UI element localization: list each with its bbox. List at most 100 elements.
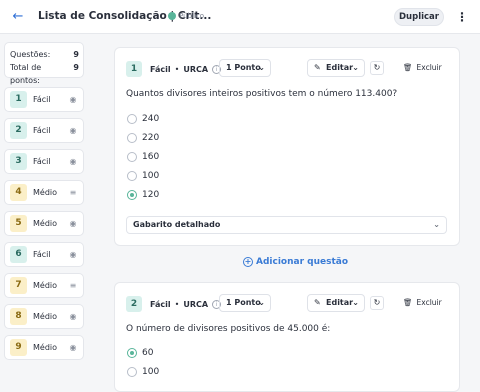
question-text: Quantos divisores inteiros positivos tem… [126,89,398,99]
question-number: 8 [10,308,27,325]
radio-button[interactable] [127,171,137,181]
refresh-icon[interactable]: ↻ [370,61,384,75]
option-label: 160 [142,152,160,162]
radio-type-icon: ◉ [69,219,77,228]
sidebar-question-8[interactable]: 8 Médio ◉ [4,304,84,329]
option-label: 100 [142,367,160,377]
question-level: Fácil [33,126,51,135]
globe-icon [168,12,176,20]
edit-button[interactable]: ✎ Editar ⌄ [307,59,365,77]
question-number: 3 [10,153,27,170]
visibility-badge: Público [168,12,204,20]
sidebar-question-2[interactable]: 2 Fácil ◉ [4,118,84,143]
radio-button-selected[interactable] [127,348,137,358]
answer-option[interactable]: 160 [127,152,159,162]
answer-option[interactable]: 220 [127,133,159,143]
separator: • [174,64,180,74]
text-lines-icon: ≡ [69,281,77,290]
question-number-badge: 2 [126,296,142,312]
plus-circle-icon: + [243,257,253,267]
sidebar-question-4[interactable]: 4 Médio ≡ [4,180,84,205]
question-level: Médio [33,219,58,228]
question-card-2: 2 Fácil • URCA i 1 Ponto ⌄ ✎ Editar ⌄ ↻ … [114,282,460,392]
questions-count: 9 [73,50,79,59]
summary-box: Questões: 9 Total de pontos: 9 [4,42,84,85]
question-card-1: 1 Fácil • URCA i 1 Ponto ⌄ ✎ Editar ⌄ ↻ … [114,47,460,246]
sidebar-question-3[interactable]: 3 Fácil ◉ [4,149,84,174]
difficulty-label: Fácil [150,64,171,74]
question-number: 9 [10,339,27,356]
pencil-icon: ✎ [314,298,321,307]
points-value: 1 Ponto [226,298,261,307]
separator: • [174,299,180,309]
duplicate-button[interactable]: Duplicar [394,8,444,26]
chevron-down-icon: ⌄ [433,220,440,229]
radio-button[interactable] [127,133,137,143]
question-header: 1 Fácil • URCA i [126,61,222,77]
edit-label: Editar [326,298,354,307]
points-dropdown[interactable]: 1 Ponto ⌄ [219,294,271,312]
points-label: Total de pontos: [10,63,42,85]
question-number-badge: 1 [126,61,142,77]
edit-label: Editar [326,63,354,72]
edit-button[interactable]: ✎ Editar ⌄ [307,294,365,312]
question-number: 6 [10,246,27,263]
delete-label: Excluir [416,63,442,72]
add-question-button[interactable]: + Adicionar questão [243,257,348,267]
text-lines-icon: ≡ [69,188,77,197]
question-level: Médio [33,188,58,197]
chevron-down-icon: ⌄ [258,298,265,307]
sidebar-question-6[interactable]: 6 Fácil ◉ [4,242,84,267]
radio-button-selected[interactable] [127,190,137,200]
pencil-icon: ✎ [314,63,321,72]
answer-option-selected[interactable]: 60 [127,348,153,358]
points-count: 9 [73,63,79,72]
question-sidebar: Questões: 9 Total de pontos: 9 1 Fácil ◉… [4,42,84,360]
source-tag: URCA [183,299,209,309]
question-level: Fácil [33,157,51,166]
top-bar: ← Lista de Consolidação | Crit... Públic… [0,0,480,34]
kebab-menu-icon[interactable]: ⋮ [456,9,468,25]
option-label: 100 [142,171,160,181]
detailed-answer-accordion[interactable]: Gabarito detalhado ⌄ [126,216,447,234]
difficulty-label: Fácil [150,299,171,309]
question-level: Médio [33,343,58,352]
option-label: 120 [142,190,160,200]
source-tag: URCA [183,64,209,74]
question-header: 2 Fácil • URCA i [126,296,222,312]
radio-type-icon: ◉ [69,157,77,166]
questions-label: Questões: [10,50,51,59]
detailed-answer-label: Gabarito detalhado [133,220,221,229]
radio-button[interactable] [127,114,137,124]
back-arrow-icon[interactable]: ← [10,9,26,25]
question-number: 7 [10,277,27,294]
answer-option-selected[interactable]: 120 [127,190,159,200]
question-level: Médio [33,312,58,321]
radio-type-icon: ◉ [69,343,77,352]
question-level: Médio [33,281,58,290]
chevron-down-icon: ⌄ [352,63,359,72]
radio-type-icon: ◉ [69,126,77,135]
answer-option[interactable]: 240 [127,114,159,124]
question-number: 4 [10,184,27,201]
radio-button[interactable] [127,152,137,162]
answer-option[interactable]: 100 [127,171,159,181]
trash-icon: 🗑 [403,298,413,307]
sidebar-question-1[interactable]: 1 Fácil ◉ [4,87,84,112]
sidebar-question-9[interactable]: 9 Médio ◉ [4,335,84,360]
sidebar-question-5[interactable]: 5 Médio ◉ [4,211,84,236]
delete-label: Excluir [416,298,442,307]
option-label: 240 [142,114,160,124]
add-question-label: Adicionar questão [256,257,349,267]
delete-button[interactable]: 🗑 Excluir [403,298,442,307]
radio-button[interactable] [127,367,137,377]
delete-button[interactable]: 🗑 Excluir [403,63,442,72]
refresh-icon[interactable]: ↻ [370,296,384,310]
radio-type-icon: ◉ [69,95,77,104]
sidebar-question-7[interactable]: 7 Médio ≡ [4,273,84,298]
points-dropdown[interactable]: 1 Ponto ⌄ [219,59,271,77]
question-text: O número de divisores positivos de 45.00… [126,324,331,334]
question-number: 1 [10,91,27,108]
question-level: Fácil [33,250,51,259]
answer-option[interactable]: 100 [127,367,159,377]
